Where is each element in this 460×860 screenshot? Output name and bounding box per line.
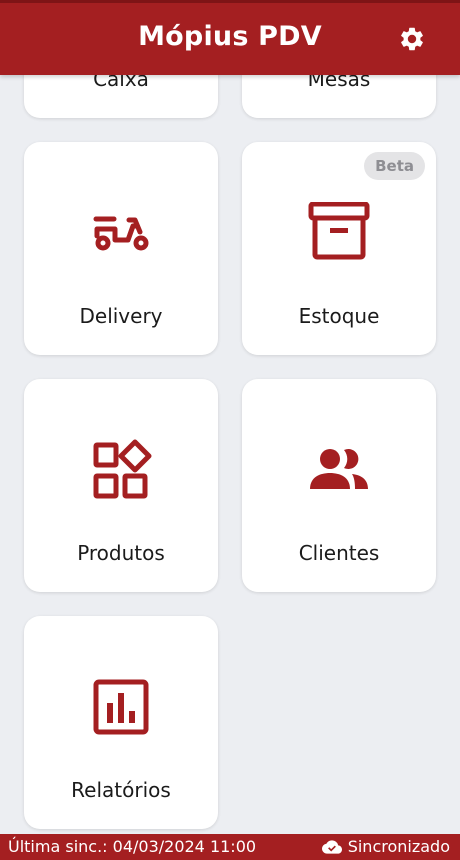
menu-card-produtos[interactable]: Produtos [24,379,218,592]
menu-card-caixa[interactable]: Caixa [24,75,218,118]
menu-card-label: Relatórios [71,778,171,802]
menu-card-mesas[interactable]: Mesas [242,75,436,118]
sync-state-label: Sincronizado [347,837,450,856]
menu-card-label: Estoque [298,304,380,328]
menu-grid: Caixa Mesas Delivery Beta Estoque Produt… [0,75,460,834]
menu-card-label: Clientes [298,541,380,565]
menu-card-label: Caixa [93,75,149,91]
menu-card-label: Delivery [79,304,163,328]
menu-card-label: Produtos [77,541,165,565]
menu-card-label: Mesas [307,75,371,91]
menu-card-estoque[interactable]: Beta Estoque [242,142,436,355]
settings-button[interactable] [398,25,426,53]
scooter-icon [93,216,149,251]
menu-card-clientes[interactable]: Clientes [242,379,436,592]
users-icon [310,449,368,489]
cloud-check-icon [321,839,342,854]
beta-badge: Beta [364,152,425,180]
app-title: Mópius PDV [138,21,322,52]
last-sync-text: Última sinc.: 04/03/2024 11:00 [8,837,257,856]
bar-chart-icon [93,679,149,735]
gear-icon [401,27,423,51]
app-bar: Mópius PDV [0,0,460,75]
archive-box-icon [308,202,370,260]
category-shapes-icon [93,439,152,499]
sync-status-bar: Última sinc.: 04/03/2024 11:00 Sincroniz… [0,834,460,860]
menu-card-relatorios[interactable]: Relatórios [24,616,218,829]
menu-card-delivery[interactable]: Delivery [24,142,218,355]
sync-status: Sincronizado [321,837,450,856]
